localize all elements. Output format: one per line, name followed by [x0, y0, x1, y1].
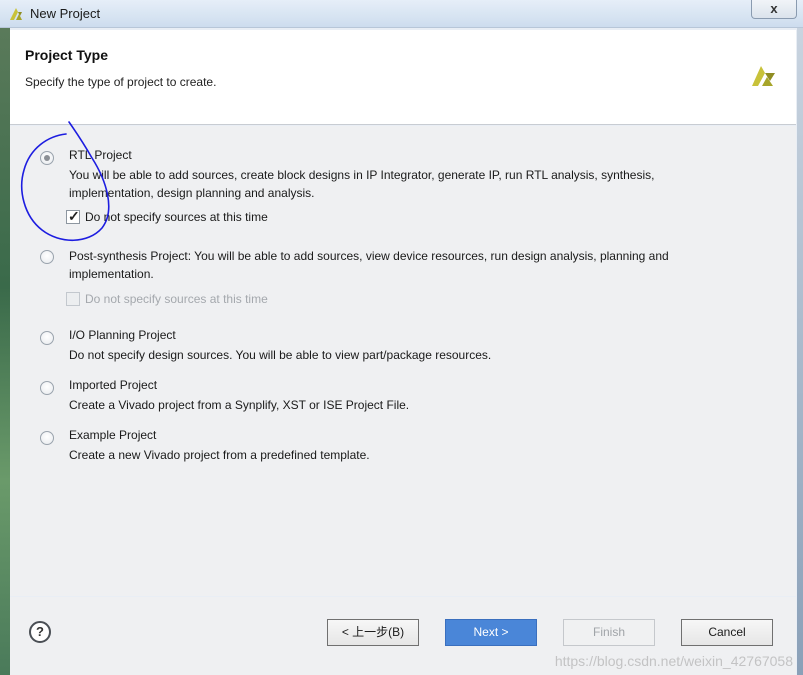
- option-rtl-project[interactable]: RTL Project You will be able to add sour…: [40, 148, 740, 228]
- post-synthesis-radio[interactable]: [40, 250, 54, 264]
- example-project-radio[interactable]: [40, 431, 54, 445]
- rtl-no-sources-label: Do not specify sources at this time: [85, 210, 268, 224]
- io-planning-description: Do not specify design sources. You will …: [69, 348, 492, 362]
- page-subtitle: Specify the type of project to create.: [25, 75, 217, 89]
- option-example-project[interactable]: Example Project Create a new Vivado proj…: [40, 428, 740, 468]
- back-button[interactable]: < 上一步(B): [327, 619, 419, 646]
- rtl-project-description: You will be able to add sources, create …: [69, 168, 655, 200]
- cancel-button[interactable]: Cancel: [681, 619, 773, 646]
- option-imported-project[interactable]: Imported Project Create a Vivado project…: [40, 378, 740, 418]
- background-app-strip: [0, 28, 10, 675]
- vivado-logo-icon: [752, 66, 775, 86]
- imported-project-radio[interactable]: [40, 381, 54, 395]
- watermark: https://blog.csdn.net/weixin_42767058: [554, 653, 793, 669]
- rtl-project-radio[interactable]: [40, 151, 54, 165]
- vivado-logo-icon: [10, 8, 22, 20]
- io-planning-radio[interactable]: [40, 331, 54, 345]
- imported-project-title: Imported Project: [69, 378, 158, 392]
- next-button[interactable]: Next >: [445, 619, 537, 646]
- page-title: Project Type: [25, 47, 108, 63]
- help-icon[interactable]: ?: [29, 621, 51, 643]
- post-synthesis-no-sources-label: Do not specify sources at this time: [85, 292, 268, 306]
- background-scrollbar-strip: [797, 28, 803, 675]
- option-post-synthesis-project[interactable]: Post-synthesis Project: You will be able…: [40, 247, 740, 307]
- finish-button: Finish: [563, 619, 655, 646]
- project-type-options: RTL Project You will be able to add sour…: [10, 126, 796, 596]
- post-synthesis-text: Post-synthesis Project: You will be able…: [69, 247, 719, 283]
- io-planning-title: I/O Planning Project: [69, 328, 176, 342]
- new-project-window: New Project x Project Type Specify the t…: [0, 0, 803, 675]
- title-bar: New Project x: [0, 0, 803, 28]
- window-title: New Project: [30, 6, 101, 21]
- post-synthesis-no-sources-checkbox: [66, 292, 80, 306]
- checkmark-icon: ✓: [68, 208, 80, 224]
- rtl-project-title: RTL Project: [69, 148, 132, 162]
- example-project-title: Example Project: [69, 428, 157, 442]
- option-io-planning-project[interactable]: I/O Planning Project Do not specify desi…: [40, 328, 740, 368]
- wizard-header: Project Type Specify the type of project…: [10, 30, 796, 125]
- example-project-description: Create a new Vivado project from a prede…: [69, 448, 370, 462]
- imported-project-description: Create a Vivado project from a Synplify,…: [69, 398, 410, 412]
- post-synthesis-title: Post-synthesis Project:: [69, 249, 192, 263]
- rtl-no-sources-checkbox[interactable]: ✓: [66, 208, 80, 224]
- close-button[interactable]: x: [751, 0, 797, 19]
